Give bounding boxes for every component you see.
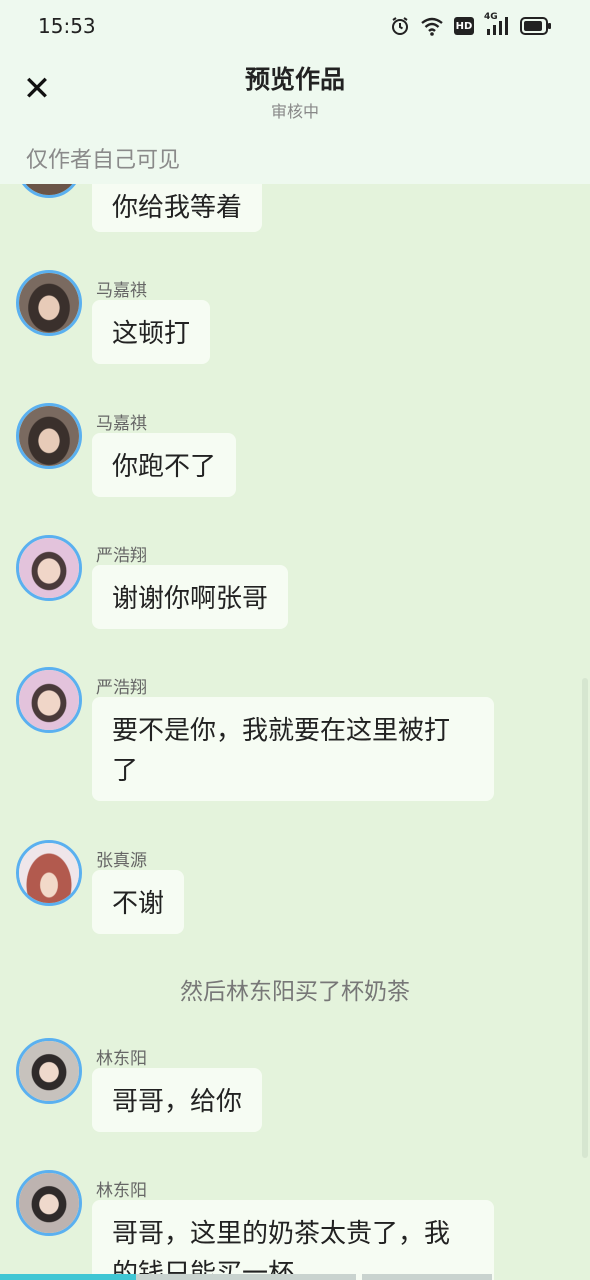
visibility-note: 仅作者自己可见 [26,148,181,173]
narration-text: 然后林东阳买了杯奶茶 [180,979,410,1005]
avatar[interactable] [16,1170,82,1236]
sender-name: 马嘉祺 [96,414,147,434]
avatar[interactable] [16,1038,82,1104]
sender-name: 马嘉祺 [96,281,147,301]
battery-icon [520,17,551,35]
message-bubble[interactable]: 不谢 [92,870,185,934]
top-header: 15:53 HD 4G ✕ 预览作品 审核中 仅作者自己可见 [0,0,590,184]
scrollbar[interactable] [582,678,588,1158]
status-time: 15:53 [38,14,96,38]
avatar-image [19,538,79,598]
avatar-image [19,670,79,730]
sender-name: 严浩翔 [96,546,147,566]
hd-icon: HD [454,17,474,35]
sender-name: 林东阳 [96,1049,147,1069]
avatar[interactable] [16,667,82,733]
page-title: 预览作品 [244,65,345,94]
alarm-icon [392,17,408,35]
message-bubble[interactable]: 你跑不了 [92,433,237,497]
message-bubble[interactable]: 谢谢你啊张哥 [92,565,289,629]
chat-feed[interactable]: 你给我等着 马嘉祺 这顿打 马嘉祺 你跑不了 严浩翔 谢谢你啊张哥 严浩翔 要不… [0,184,590,1280]
bottom-progress-bars [0,1274,492,1280]
message-bubble[interactable]: 哥哥，这里的奶茶太贵了，我的钱只能买一杯 [92,1200,494,1280]
avatar-image [19,843,79,903]
message-bubble[interactable]: 要不是你，我就要在这里被打了 [92,697,494,801]
avatar-image [19,1041,79,1101]
avatar-image [19,406,79,466]
avatar[interactable] [16,184,82,198]
4g-signal-icon: 4G [484,12,510,37]
avatar[interactable] [16,403,82,469]
sender-name: 林东阳 [96,1181,147,1201]
message-bubble[interactable]: 哥哥，给你 [92,1068,263,1132]
sender-name: 严浩翔 [96,678,147,698]
avatar[interactable] [16,840,82,906]
message-bubble[interactable]: 你给我等着 [92,184,263,232]
avatar[interactable] [16,535,82,601]
avatar[interactable] [16,270,82,336]
sender-name: 张真源 [96,851,147,871]
avatar-image [19,184,79,195]
avatar-image [19,1173,79,1233]
status-bar: 15:53 HD 4G [0,0,590,52]
wifi-icon [421,17,443,36]
message-bubble[interactable]: 这顿打 [92,300,211,364]
review-status: 审核中 [270,102,319,121]
status-icons: HD 4G [390,12,552,38]
avatar-image [19,273,79,333]
